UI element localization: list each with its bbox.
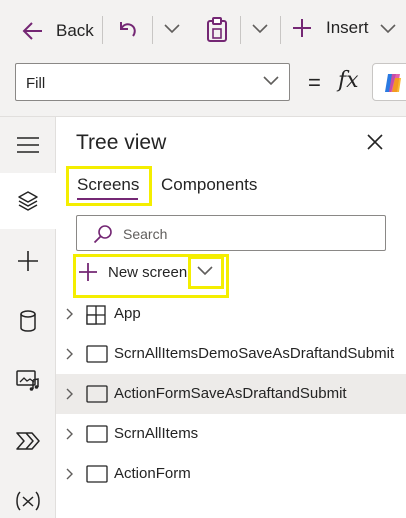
close-button[interactable] <box>366 133 384 156</box>
layers-icon <box>18 191 38 211</box>
chevron-right-icon <box>66 468 73 480</box>
tree-item-label: ScrnAllItemsDemoSaveAsDraftandSubmit <box>114 345 395 362</box>
screen-icon <box>86 345 108 363</box>
tree-item-label: ActionForm <box>114 465 191 482</box>
undo-button[interactable] <box>116 18 140 42</box>
screen-icon <box>86 465 108 483</box>
copilot-button[interactable] <box>372 63 406 101</box>
menu-icon <box>17 137 39 153</box>
left-rail <box>0 117 56 518</box>
fx-icon: fx <box>338 68 359 93</box>
chevron-right-icon <box>66 308 73 320</box>
chevron-down-icon <box>252 24 268 34</box>
back-button[interactable]: Back <box>22 18 94 44</box>
tree-item-screen[interactable]: ActionForm <box>56 454 406 494</box>
back-arrow-icon <box>22 22 42 40</box>
search-icon <box>93 225 112 244</box>
insert-rail-button[interactable] <box>0 233 56 289</box>
insert-dropdown-button[interactable] <box>380 24 396 34</box>
screen-icon <box>86 385 108 403</box>
power-automate-rail-button[interactable] <box>0 413 56 469</box>
property-value: Fill <box>26 75 46 92</box>
search-placeholder: Search <box>123 226 168 242</box>
power-automate-icon <box>16 432 40 450</box>
screen-icon <box>86 425 108 443</box>
tree-item-label: ActionFormSaveAsDraftandSubmit <box>114 385 347 402</box>
chevron-down-icon <box>263 76 279 86</box>
variables-icon <box>16 491 40 511</box>
add-icon <box>18 251 38 271</box>
media-rail-button[interactable] <box>0 353 56 409</box>
data-rail-button[interactable] <box>0 293 56 349</box>
insert-button[interactable]: Insert <box>292 18 369 38</box>
chevron-right-icon <box>66 348 73 360</box>
divider <box>102 16 103 44</box>
paste-dropdown-button[interactable] <box>252 24 268 34</box>
media-icon <box>16 370 39 391</box>
data-icon <box>20 310 36 332</box>
formula-bar: Fill = fx <box>0 60 406 110</box>
property-dropdown[interactable]: Fill <box>15 63 290 101</box>
chevron-right-icon <box>66 428 73 440</box>
tree-view-rail-button[interactable] <box>0 173 56 229</box>
chevron-down-icon <box>380 24 396 34</box>
plus-icon <box>293 19 311 37</box>
tree-item-label: App <box>114 305 141 322</box>
tree-item-screen[interactable]: ScrnAllItems <box>56 414 406 454</box>
divider <box>240 16 241 44</box>
tree-item-screen-selected[interactable]: ActionFormSaveAsDraftandSubmit <box>56 374 406 414</box>
variables-rail-button[interactable] <box>0 473 56 518</box>
app-icon <box>86 305 106 325</box>
tree-item-screen[interactable]: ScrnAllItemsDemoSaveAsDraftandSubmit <box>56 334 406 374</box>
tree-item-app[interactable]: App <box>56 294 406 334</box>
search-input[interactable]: Search <box>76 215 386 251</box>
close-icon <box>367 134 383 150</box>
paste-button[interactable] <box>206 17 228 43</box>
insert-label: Insert <box>326 18 369 37</box>
copilot-icon <box>385 74 401 92</box>
tree-item-label: ScrnAllItems <box>114 425 199 442</box>
tree-view-panel: Tree view Screens Components Search New … <box>56 117 406 518</box>
highlight-box-screens-tab <box>66 166 152 206</box>
divider <box>152 16 153 44</box>
chevron-right-icon <box>66 388 73 400</box>
equals-sign: = <box>308 70 321 95</box>
menu-button[interactable] <box>0 117 56 173</box>
undo-dropdown-button[interactable] <box>164 24 180 34</box>
highlight-box-new-screen-dropdown <box>188 256 224 289</box>
chevron-down-icon <box>164 24 180 34</box>
undo-icon <box>120 22 136 37</box>
paste-icon <box>207 17 227 42</box>
tab-components[interactable]: Components <box>161 175 257 195</box>
divider <box>280 16 281 44</box>
panel-title: Tree view <box>76 131 167 154</box>
command-bar: Back Insert <box>0 0 406 60</box>
back-label: Back <box>56 21 94 40</box>
app-window: Back Insert Fill = fx Tree view Screens … <box>0 0 406 518</box>
